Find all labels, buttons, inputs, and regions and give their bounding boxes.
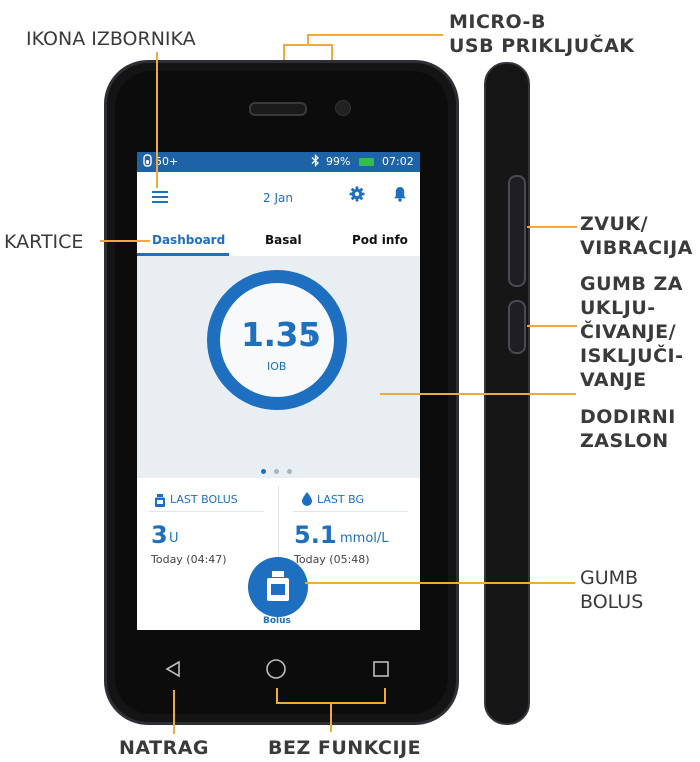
last-bolus-time: Today (04:47)	[151, 553, 227, 566]
battery-icon	[359, 158, 374, 166]
callout-line-tabs	[100, 240, 150, 242]
callout-line-usb	[307, 34, 443, 36]
back-key[interactable]	[164, 660, 182, 682]
hamburger-icon[interactable]	[152, 188, 168, 207]
label-power-line2: UKLJU-	[580, 297, 656, 319]
callout-line-menu	[156, 52, 158, 188]
tab-dashboard[interactable]: Dashboard	[152, 233, 225, 247]
tab-bar: Dashboard Basal Pod info	[137, 230, 420, 256]
label-power-line5: VANJE	[580, 369, 647, 391]
speaker-grille	[249, 102, 307, 116]
label-usb-line2: USB PRIKLJUČAK	[449, 35, 635, 57]
label-power-line1: GUMB ZA	[580, 273, 684, 295]
callout-line-back	[173, 690, 175, 734]
gear-icon[interactable]	[349, 186, 365, 206]
callout-line-sound	[527, 226, 577, 228]
iob-unit: U	[308, 331, 319, 347]
label-usb-line1: MICRO-B	[449, 11, 546, 33]
recent-apps-key[interactable]	[372, 660, 390, 682]
last-bolus-value: 3	[151, 521, 168, 549]
app-header: 2 Jan	[137, 172, 420, 214]
label-back: NATRAG	[119, 737, 210, 759]
label-touch-line1: DODIRNI	[580, 406, 676, 428]
front-camera	[335, 100, 351, 116]
label-touch-line2: ZASLON	[580, 430, 669, 452]
last-bg-time: Today (05:48)	[294, 553, 370, 566]
page-dot	[274, 469, 279, 474]
label-power-line4: ISKLJUČI-	[580, 345, 684, 367]
last-bg-unit: mmol/L	[340, 531, 389, 546]
status-bar: 50+ 99% 07:02	[137, 152, 420, 172]
dashboard-panel: 1.35 U IOB	[137, 256, 420, 478]
label-menu-icon: IKONA IZBORNIKA	[26, 28, 196, 50]
last-bolus-unit: U	[169, 531, 179, 546]
last-bg-value: 5.1	[294, 521, 337, 549]
bolus-button-label: Bolus	[263, 616, 291, 626]
pod-icon	[143, 152, 152, 172]
touch-screen[interactable]: 50+ 99% 07:02 2 Jan Dashboard Basal Pod …	[137, 152, 420, 630]
last-bg-label: LAST BG	[317, 493, 364, 506]
header-date: 2 Jan	[263, 191, 293, 205]
label-bolus-line2: BOLUS	[580, 591, 644, 613]
last-bolus-label: LAST BOLUS	[170, 493, 238, 506]
home-key[interactable]	[265, 658, 287, 684]
tab-basal[interactable]: Basal	[265, 233, 302, 247]
callout-line-nofunc-stem	[330, 702, 332, 732]
tab-pod-info[interactable]: Pod info	[352, 233, 408, 247]
power-button[interactable]	[508, 300, 526, 354]
clock: 07:02	[382, 155, 414, 168]
label-tabs: KARTICE	[4, 231, 84, 253]
bolus-vial-icon	[155, 492, 165, 511]
label-sound-line2: VIBRACIJA	[580, 237, 693, 259]
page-dot-active	[261, 469, 266, 474]
callout-line-bolus	[305, 582, 575, 584]
label-bolus-line1: GUMB	[580, 567, 639, 589]
volume-button[interactable]	[508, 175, 526, 287]
callout-line-usb-right	[331, 44, 333, 60]
label-power-line3: ČIVANJE/	[580, 321, 677, 343]
bluetooth-icon	[311, 152, 320, 172]
iob-label: IOB	[267, 360, 287, 373]
bolus-button[interactable]	[248, 557, 308, 617]
card-divider	[149, 511, 264, 512]
callout-line-usb-left	[283, 44, 285, 60]
bolus-vial-icon	[267, 571, 289, 601]
reservoir-level: 50+	[155, 155, 179, 168]
page-dot	[287, 469, 292, 474]
card-separator	[278, 486, 279, 566]
bell-icon[interactable]	[393, 186, 407, 206]
battery-percent: 99%	[326, 155, 351, 168]
callout-line-power	[527, 325, 577, 327]
label-no-function: BEZ FUNKCIJE	[268, 737, 422, 759]
label-sound-line1: ZVUK/	[580, 213, 649, 235]
blood-drop-icon	[302, 491, 312, 510]
card-divider	[293, 511, 408, 512]
callout-line-touchscreen	[380, 393, 576, 395]
